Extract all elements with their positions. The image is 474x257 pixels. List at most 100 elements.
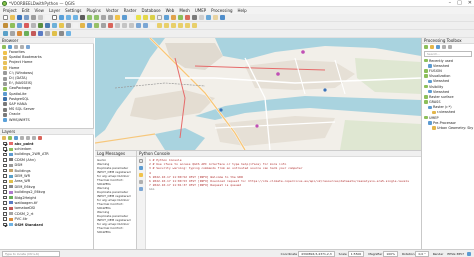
undo-icon[interactable] [136,23,141,28]
rotate-label-icon[interactable] [185,23,190,28]
processing-toolbox-icon[interactable] [178,15,183,20]
plugin-icon[interactable] [59,31,64,36]
attribute-table-icon[interactable] [164,15,169,20]
history-icon[interactable] [436,45,440,49]
filter-legend-icon[interactable] [20,136,24,140]
render-label[interactable]: Render [433,252,444,256]
bookmark-icon[interactable] [115,15,120,20]
statistics-icon[interactable] [185,15,190,20]
layer-visibility-checkbox[interactable] [3,174,7,178]
save-as-icon[interactable] [24,15,29,20]
move-label-icon[interactable] [178,23,183,28]
zoom-out-icon[interactable] [73,15,78,20]
refresh-icon[interactable] [8,45,12,49]
digitize-icon[interactable] [94,23,99,28]
layer-item[interactable]: OSM Standard [0,222,94,227]
menu-mesh[interactable]: Mesh [179,7,190,14]
clear-console-icon[interactable] [139,159,143,163]
layer-visibility-checkbox[interactable] [3,185,7,189]
new-project-icon[interactable] [3,15,8,20]
show-labels-icon[interactable] [171,23,176,28]
menu-view[interactable]: View [34,7,44,14]
zoom-to-layer-icon[interactable] [87,15,92,20]
field-calculator-icon[interactable] [171,15,176,20]
pan-icon[interactable] [52,15,57,20]
processing-tree-item[interactable]: Urban Geometry: Sky View [422,125,474,130]
menu-vector[interactable]: Vector [106,7,119,14]
zoom-last-icon[interactable] [101,15,106,20]
layer-visibility-checkbox[interactable] [3,222,7,227]
zoom-next-icon[interactable] [108,15,113,20]
menu-plugins[interactable]: Plugins [87,7,101,14]
new-shapefile-icon[interactable] [59,23,64,28]
messages-icon[interactable] [467,251,471,256]
copy-features-icon[interactable] [122,23,127,28]
scripts-icon[interactable] [430,45,434,49]
layer-visibility-checkbox[interactable] [3,179,7,184]
add-geopackage-icon[interactable] [38,23,43,28]
properties-icon[interactable] [26,45,30,49]
results-viewer-icon[interactable] [442,45,446,49]
new-map-view-icon[interactable] [213,15,218,20]
options-icon[interactable] [139,180,143,184]
layer-visibility-checkbox[interactable] [3,190,7,194]
deselect-icon[interactable] [157,15,162,20]
plugin-icon[interactable] [38,31,43,36]
menu-processing[interactable]: Processing [211,7,232,14]
close-button[interactable]: ✕ [468,0,472,7]
collapse-all-icon[interactable] [32,136,36,140]
select-by-value-icon[interactable] [150,15,155,20]
add-vector-icon[interactable] [10,23,15,28]
rotation-field[interactable]: 0,0 ° [415,250,429,257]
run-command-icon[interactable] [139,166,143,170]
toggle-editing-icon[interactable] [80,23,85,28]
scale-field[interactable]: 1:5500 [347,250,365,257]
layer-visibility-checkbox[interactable] [3,195,7,200]
maximize-button[interactable]: □ [457,0,462,7]
change-label-icon[interactable] [192,23,197,28]
print-layout-icon[interactable] [31,15,36,20]
python-console-icon[interactable] [220,15,225,20]
minimize-button[interactable]: – [449,0,452,7]
menu-layer[interactable]: Layer [49,7,60,14]
add-group-icon[interactable] [8,136,12,140]
plugin-icon[interactable] [17,31,22,36]
menu-help[interactable]: Help [238,7,247,14]
style-icon[interactable] [2,136,6,140]
menu-settings[interactable]: Settings [65,7,81,14]
vertex-tool-icon[interactable] [101,23,106,28]
delete-selected-icon[interactable] [108,23,113,28]
models-icon[interactable] [424,45,428,49]
add-delimited-text-icon[interactable] [31,23,36,28]
cut-features-icon[interactable] [115,23,120,28]
plugin-icon[interactable] [3,31,8,36]
menu-web[interactable]: Web [166,7,175,14]
redo-icon[interactable] [143,23,148,28]
add-wms-icon[interactable] [52,23,57,28]
plugin-icon[interactable] [52,31,57,36]
menu-umep[interactable]: UMEP [195,7,206,14]
pin-labels-icon[interactable] [164,23,169,28]
layer-visibility-checkbox[interactable] [3,206,7,211]
help-icon[interactable] [139,187,143,191]
save-project-icon[interactable] [17,15,22,20]
paste-features-icon[interactable] [129,23,134,28]
layer-visibility-checkbox[interactable] [3,163,7,167]
annotation-icon[interactable] [199,15,204,20]
plugin-icon[interactable] [45,31,50,36]
layer-visibility-checkbox[interactable] [3,201,7,205]
select-features-icon[interactable] [143,15,148,20]
show-editor-icon[interactable] [139,173,143,177]
layer-visibility-checkbox[interactable] [3,212,7,216]
measure-icon[interactable] [192,15,197,20]
magnifier-field[interactable]: 100% [383,250,398,257]
processing-search-input[interactable]: Search... [424,51,472,57]
menu-raster[interactable]: Raster [124,7,137,14]
map-tips-icon[interactable] [206,15,211,20]
expand-all-icon[interactable] [26,136,30,140]
menu-database[interactable]: Database [141,7,160,14]
add-mesh-icon[interactable] [24,23,29,28]
add-postgis-icon[interactable] [45,23,50,28]
crs-button[interactable]: EPSG:3857 [447,252,464,256]
plugin-icon[interactable] [31,31,36,36]
